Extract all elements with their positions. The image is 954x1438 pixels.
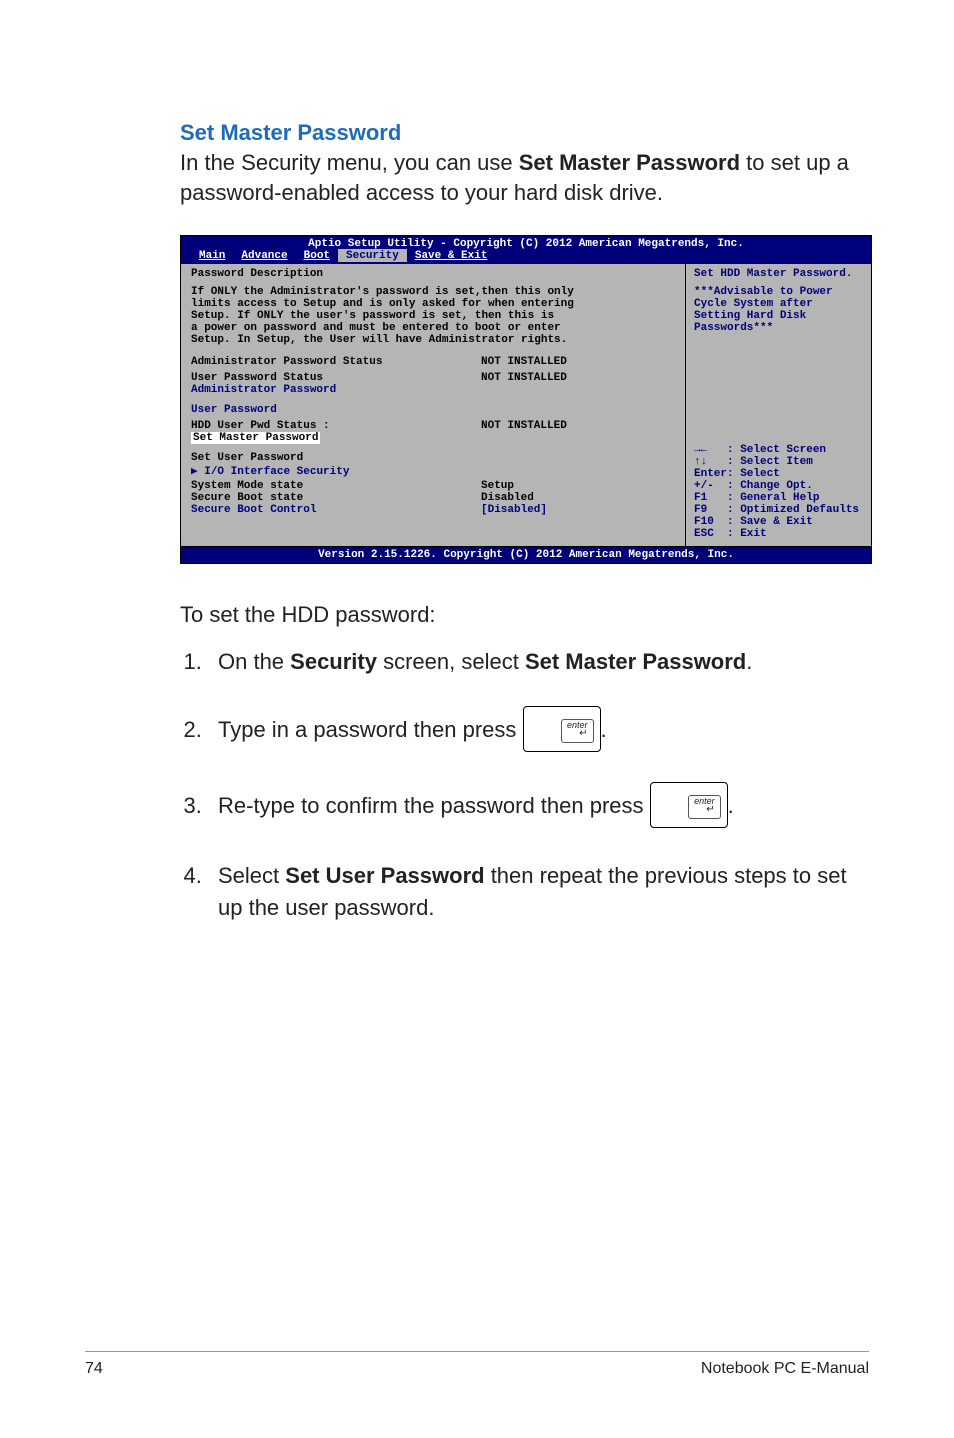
s4a: Select bbox=[218, 863, 285, 888]
s3a: Re-type to confirm the password then pre… bbox=[218, 793, 650, 818]
help-h6: F9 : Optimized Defaults bbox=[694, 504, 865, 516]
sysmode-label: System Mode state bbox=[191, 480, 481, 492]
user-pw: User Password bbox=[191, 404, 677, 416]
step-1: On the Security screen, select Set Maste… bbox=[208, 646, 869, 678]
r1: Set HDD Master Password. bbox=[694, 268, 865, 280]
step-3: Re-type to confirm the password then pre… bbox=[208, 784, 869, 830]
help-h7: F10 : Save & Exit bbox=[694, 516, 865, 528]
intro-paragraph: In the Security menu, you can use Set Ma… bbox=[180, 148, 869, 207]
r5: Passwords*** bbox=[694, 322, 865, 334]
tab-main: Main bbox=[191, 250, 233, 262]
help-h1: →← : Select Screen bbox=[694, 444, 865, 456]
intro-bold: Set Master Password bbox=[519, 150, 740, 175]
ups-label: User Password Status bbox=[191, 372, 481, 384]
sbstate-value: Disabled bbox=[481, 492, 677, 504]
help-h4: +/- : Change Opt. bbox=[694, 480, 865, 492]
r3: Cycle System after bbox=[694, 298, 865, 310]
hdd-label: HDD User Pwd Status : bbox=[191, 420, 481, 432]
page-number: 74 bbox=[85, 1360, 103, 1378]
pd-l4: a power on password and must be entered … bbox=[191, 322, 677, 334]
hdd-value: NOT INSTALLED bbox=[481, 420, 677, 432]
sbctrl-value: [Disabled] bbox=[481, 504, 677, 516]
step-2: Type in a password then press enter↵ . bbox=[208, 708, 869, 754]
sbstate-label: Secure Boot state bbox=[191, 492, 481, 504]
tab-save: Save & Exit bbox=[407, 250, 496, 262]
help-h8: ESC : Exit bbox=[694, 528, 865, 540]
pd-title: Password Description bbox=[191, 268, 677, 280]
bios-footer: Version 2.15.1226. Copyright (C) 2012 Am… bbox=[181, 546, 871, 563]
s2a: Type in a password then press bbox=[218, 717, 523, 742]
page-footer: 74 Notebook PC E-Manual bbox=[85, 1351, 869, 1378]
s1d: Set Master Password bbox=[525, 649, 746, 674]
enter-key-icon: enter↵ bbox=[523, 706, 601, 752]
aps-label: Administrator Password Status bbox=[191, 356, 481, 368]
r2: ***Advisable to Power bbox=[694, 286, 865, 298]
enter-key-icon: enter↵ bbox=[650, 782, 728, 828]
bios-tabs: MainAdvanceBootSecuritySave & Exit bbox=[181, 250, 871, 264]
set-user: Set User Password bbox=[191, 452, 677, 464]
s1b: Security bbox=[290, 649, 377, 674]
pd-l1: If ONLY the Administrator's password is … bbox=[191, 286, 677, 298]
bios-title: Aptio Setup Utility - Copyright (C) 2012… bbox=[181, 236, 871, 250]
steps-list: On the Security screen, select Set Maste… bbox=[180, 646, 869, 923]
io-interface: ▶ I/O Interface Security bbox=[191, 464, 677, 478]
r4: Setting Hard Disk bbox=[694, 310, 865, 322]
intro-pre: In the Security menu, you can use bbox=[180, 150, 519, 175]
pd-l3: Setup. If ONLY the user's password is se… bbox=[191, 310, 677, 322]
help-h2: ↑↓ : Select Item bbox=[694, 456, 865, 468]
manual-title: Notebook PC E-Manual bbox=[701, 1360, 869, 1378]
admin-pw: Administrator Password bbox=[191, 384, 677, 396]
aps-value: NOT INSTALLED bbox=[481, 356, 677, 368]
s1a: On the bbox=[218, 649, 290, 674]
help-h3: Enter: Select bbox=[694, 468, 865, 480]
io-label: I/O Interface Security bbox=[204, 466, 349, 478]
set-master-selected: Set Master Password bbox=[191, 432, 320, 444]
enter-key-arrow: ↵ bbox=[694, 805, 715, 815]
s1e: . bbox=[746, 649, 752, 674]
s1c: screen, select bbox=[377, 649, 525, 674]
step-4: Select Set User Password then repeat the… bbox=[208, 860, 869, 924]
tab-security: Security bbox=[338, 249, 407, 262]
enter-key-arrow: ↵ bbox=[567, 729, 588, 739]
sbctrl-label: Secure Boot Control bbox=[191, 504, 481, 516]
ups-value: NOT INSTALLED bbox=[481, 372, 677, 384]
bios-left-pane: Password Description If ONLY the Adminis… bbox=[181, 264, 686, 546]
pd-l5: Setup. In Setup, the User will have Admi… bbox=[191, 334, 677, 346]
help-h5: F1 : General Help bbox=[694, 492, 865, 504]
tab-boot: Boot bbox=[296, 250, 338, 262]
bios-right-pane: Set HDD Master Password. ***Advisable to… bbox=[686, 264, 871, 546]
s4b: Set User Password bbox=[285, 863, 484, 888]
pd-l2: limits access to Setup and is only asked… bbox=[191, 298, 677, 310]
subhead: To set the HDD password: bbox=[180, 600, 869, 630]
sysmode-value: Setup bbox=[481, 480, 677, 492]
section-heading: Set Master Password bbox=[180, 120, 869, 146]
tab-advance: Advance bbox=[233, 250, 295, 262]
bios-screenshot: Aptio Setup Utility - Copyright (C) 2012… bbox=[180, 235, 872, 564]
